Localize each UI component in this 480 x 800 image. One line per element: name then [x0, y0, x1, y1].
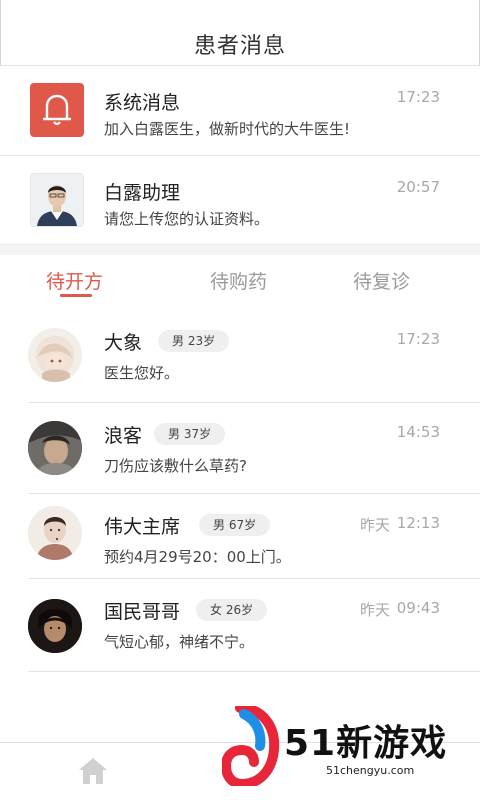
patient-name: 大象	[104, 332, 143, 354]
assistant-title: 白露助理	[104, 182, 181, 204]
patient-name: 浪客	[104, 425, 143, 447]
patient-gender-age-badge: 男 67岁	[199, 514, 271, 536]
patient-avatar	[28, 328, 82, 382]
assistant-avatar	[30, 173, 84, 227]
watermark: 51新游戏 51chengyu.com	[222, 706, 480, 800]
brand-logo-icon	[222, 706, 280, 786]
patient-day: 昨天	[359, 516, 390, 534]
row-divider	[28, 671, 480, 672]
section-separator	[0, 243, 480, 255]
patient-avatar	[28, 599, 82, 653]
patient-row[interactable]: 大象 男 23岁 医生您好。 17:23	[0, 310, 480, 403]
patient-name: 伟大主席	[104, 516, 181, 538]
patient-time: 14:53	[396, 423, 440, 441]
tab-pending-prescription[interactable]: 待开方	[46, 267, 103, 294]
system-message-preview: 加入白露医生，做新时代的大牛医生!	[104, 120, 351, 138]
patient-row[interactable]: 伟大主席 男 67岁 预约4月29号20：00上门。 昨天 12:13	[0, 494, 480, 579]
watermark-brand: 51新游戏	[284, 723, 448, 764]
patient-name: 国民哥哥	[104, 601, 181, 623]
patient-time: 12:13	[396, 514, 440, 532]
patient-gender-age-badge: 男 23岁	[158, 330, 230, 352]
system-message-row[interactable]: 系统消息 加入白露医生，做新时代的大牛医生! 17:23	[0, 66, 480, 156]
patient-time: 09:43	[396, 599, 440, 617]
active-tab-indicator	[60, 294, 92, 297]
patient-gender-age-badge: 男 37岁	[154, 423, 226, 445]
system-message-title: 系统消息	[104, 92, 181, 114]
system-icon-box	[30, 83, 84, 137]
assistant-preview: 请您上传您的认证资料。	[104, 210, 270, 228]
bell-icon	[43, 94, 71, 126]
patient-row[interactable]: 国民哥哥 女 26岁 气短心郁，神绪不宁。 昨天 09:43	[0, 579, 480, 672]
patient-message: 医生您好。	[104, 364, 180, 382]
patient-avatar	[28, 421, 82, 475]
watermark-url: 51chengyu.com	[326, 764, 415, 777]
header: 患者消息	[0, 0, 480, 66]
assistant-message-row[interactable]: 白露助理 请您上传您的认证资料。 20:57	[0, 156, 480, 243]
assistant-time: 20:57	[396, 178, 440, 196]
status-tabs: 待开方 待购药 待复诊	[0, 255, 480, 305]
tab-pending-purchase[interactable]: 待购药	[210, 267, 267, 294]
patient-message: 刀伤应该敷什么草药?	[104, 457, 247, 475]
patient-time: 17:23	[396, 330, 440, 348]
patient-day: 昨天	[359, 601, 390, 619]
system-message-time: 17:23	[396, 88, 440, 106]
patient-message: 气短心郁，神绪不宁。	[104, 633, 255, 651]
patient-avatar	[28, 506, 82, 560]
patient-message: 预约4月29号20：00上门。	[104, 548, 291, 566]
tab-pending-followup[interactable]: 待复诊	[353, 267, 410, 294]
patient-gender-age-badge: 女 26岁	[196, 599, 268, 621]
patient-row[interactable]: 浪客 男 37岁 刀伤应该敷什么草药? 14:53	[0, 403, 480, 494]
home-icon[interactable]	[76, 753, 110, 787]
page-title: 患者消息	[193, 34, 286, 59]
